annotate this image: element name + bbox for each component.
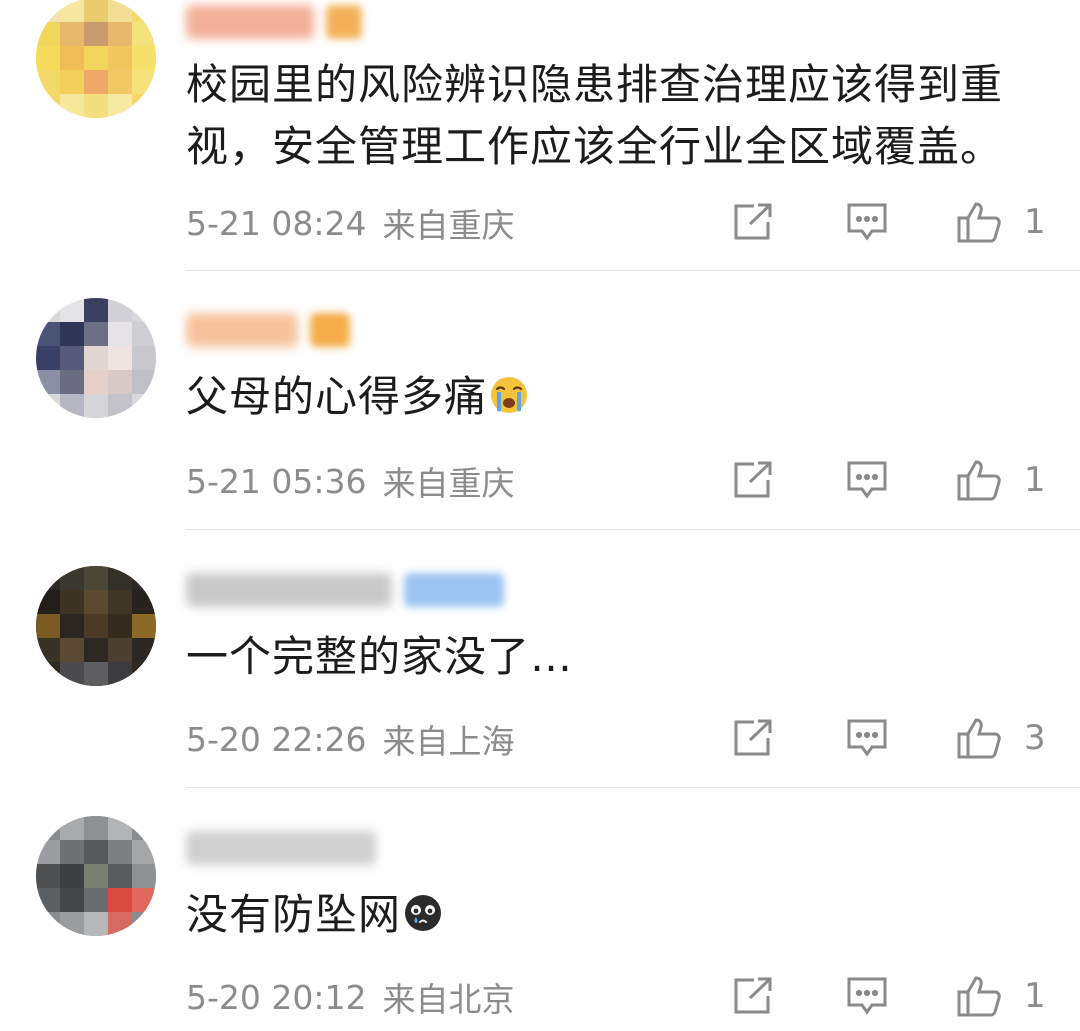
username[interactable] (186, 828, 376, 868)
like-count: 3 (1024, 718, 1046, 758)
comment-text: 父母的心得多痛 (186, 366, 1050, 428)
repost-icon (734, 203, 772, 240)
divider (186, 529, 1080, 530)
thumbs-up-icon (957, 460, 1001, 501)
reply-button[interactable] (846, 192, 888, 252)
repost-button[interactable] (732, 966, 774, 1026)
comment-text-body: 父母的心得多痛 (186, 372, 488, 421)
comment-meta: 5-21 08:24 来自重庆 (186, 198, 515, 248)
comment-text-body: 没有防坠网 (186, 890, 402, 939)
like-count: 1 (1024, 460, 1046, 500)
reply-button[interactable] (846, 450, 888, 510)
comment-actions: 3 (700, 708, 1060, 768)
avatar[interactable] (36, 816, 156, 936)
thumbs-up-icon (957, 976, 1001, 1017)
comment-actions: 1 (700, 966, 1060, 1026)
comment-time: 5-21 08:24 (186, 203, 367, 243)
comment-icon (847, 719, 887, 757)
repost-icon (734, 461, 772, 498)
avatar[interactable] (36, 566, 156, 686)
comment-text: 一个完整的家没了… (186, 632, 574, 681)
avatar[interactable] (36, 0, 156, 118)
avatar[interactable] (36, 298, 156, 418)
username[interactable] (186, 310, 350, 350)
divider (186, 787, 1080, 788)
like-button[interactable]: 1 (956, 966, 1046, 1026)
comment-time: 5-21 05:36 (186, 461, 367, 501)
thumbs-up-icon (957, 202, 1001, 243)
repost-button[interactable] (732, 450, 774, 510)
comment-text: 校园里的风险辨识隐患排查治理应该得到重视，安全管理工作应该全行业全区域覆盖。 (186, 60, 1004, 171)
comment-meta: 5-20 20:12 来自北京 (186, 972, 515, 1022)
like-button[interactable]: 1 (956, 192, 1046, 252)
comment-text: 没有防坠网 (186, 884, 1050, 946)
comment-icon (847, 977, 887, 1015)
username[interactable] (186, 570, 504, 610)
like-button[interactable]: 3 (956, 708, 1046, 768)
tearful-black-face-emoji (405, 895, 442, 931)
comment-time: 5-20 22:26 (186, 719, 367, 759)
reply-button[interactable] (846, 708, 888, 768)
comment-actions: 1 (700, 192, 1060, 252)
comment-icon (847, 461, 887, 499)
thumbs-up-icon (957, 718, 1001, 759)
like-button[interactable]: 1 (956, 450, 1046, 510)
like-count: 1 (1024, 976, 1046, 1016)
comment-location: 来自上海 (382, 722, 515, 761)
comment-meta: 5-20 22:26 来自上海 (186, 714, 515, 764)
repost-icon (734, 977, 772, 1014)
comment-meta: 5-21 05:36 来自重庆 (186, 456, 515, 506)
comment-time: 5-20 20:12 (186, 977, 367, 1017)
comment-actions: 1 (700, 450, 1060, 510)
crying-face-emoji (491, 377, 528, 413)
comment-location: 来自北京 (382, 980, 515, 1019)
like-count: 1 (1024, 202, 1046, 242)
repost-button[interactable] (732, 192, 774, 252)
comment-icon (847, 203, 887, 241)
comment-location: 来自重庆 (382, 206, 515, 245)
comment-location: 来自重庆 (382, 464, 515, 503)
repost-icon (734, 719, 772, 756)
divider (186, 270, 1080, 271)
username[interactable] (186, 2, 362, 42)
reply-button[interactable] (846, 966, 888, 1026)
repost-button[interactable] (732, 708, 774, 768)
